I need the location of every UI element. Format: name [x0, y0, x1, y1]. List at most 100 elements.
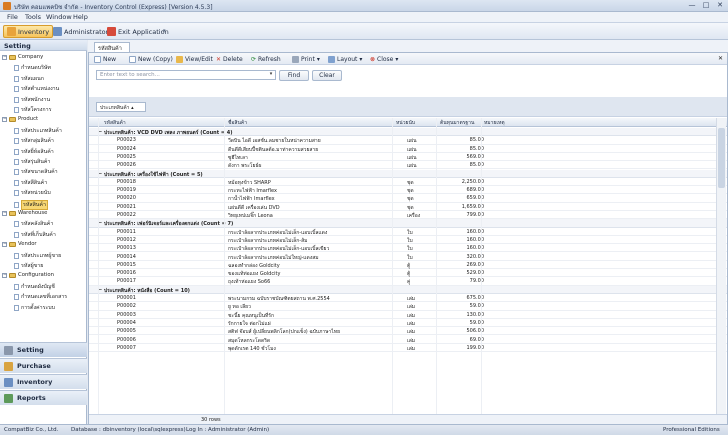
- tree-item[interactable]: รหัสพนักงาน: [14, 96, 50, 104]
- tab-product-code[interactable]: รหัสสินค้า: [94, 42, 130, 52]
- group-row[interactable]: − ประเภทสินค้า: เครื่องใช้ไฟฟ้า (Count = …: [89, 169, 727, 178]
- minimize-button[interactable]: —: [686, 1, 698, 10]
- close-button[interactable]: ⊗ Close ▾: [370, 54, 398, 64]
- table-row[interactable]: P00003 ชะนี้ย คุณหนูเป็นที่รัก เล่ม 130.00: [89, 311, 727, 319]
- menu-window[interactable]: Window: [46, 13, 72, 21]
- tree-item[interactable]: รหัสยี่ห้อสินค้า: [14, 148, 54, 156]
- group-row[interactable]: − ประเภทสินค้า: หนังสือ (Count = 10): [89, 285, 727, 294]
- tree-item[interactable]: รหัสสีสินค้า: [14, 179, 47, 187]
- tree-item[interactable]: รหัสขนาดสินค้า: [14, 168, 58, 176]
- table-row[interactable]: P00024 ดีนดีดีเสียบปี้ชตินลต้อ.มาท่าความส…: [89, 145, 727, 153]
- collapse-icon[interactable]: −: [2, 241, 7, 247]
- column-header-name[interactable]: ชื่อสินค้า: [228, 119, 247, 127]
- tree-item[interactable]: รหัสตำแหน่งงาน: [14, 85, 59, 93]
- exit-label: Exit Application: [118, 27, 169, 36]
- delete-button[interactable]: ✕ Delete: [216, 54, 243, 64]
- scrollbar-thumb[interactable]: [718, 128, 725, 188]
- tree-folder-item[interactable]: − Warehouse: [2, 210, 47, 216]
- view-edit-button[interactable]: View/Edit: [176, 54, 213, 64]
- toolbar-overflow-icon[interactable]: ▾: [163, 28, 166, 34]
- collapse-icon[interactable]: −: [2, 272, 7, 278]
- table-row[interactable]: P00021 แผ่นดีดี เครื่องเล่น DVD ชุด 1,659.0…: [89, 203, 727, 211]
- table-row[interactable]: P00019 กระทะไฟฟ้า Imarflex ชุด 689.00: [89, 186, 727, 195]
- close-dropdown-icon: ▾: [395, 55, 399, 63]
- tree-item[interactable]: รหัสประเภทผู้ขาย: [14, 252, 61, 260]
- tree-item[interactable]: รหัสแผนก: [14, 75, 44, 83]
- table-row[interactable]: P00018 หม้อหุงข้าว SHARP ชุด 2,250.00: [89, 178, 727, 187]
- find-button[interactable]: Find: [279, 70, 309, 81]
- search-dropdown-icon[interactable]: ▾: [267, 71, 275, 79]
- search-input[interactable]: Enter text to search...: [96, 70, 276, 80]
- group-row[interactable]: − ประเภทสินค้า: เฟอร์นิเจอร์และเครื่องตกแ…: [89, 219, 727, 228]
- print-button[interactable]: Print ▾: [292, 54, 320, 64]
- tree-folder-item[interactable]: − Company: [2, 54, 43, 60]
- refresh-button[interactable]: ⟳ Refresh: [251, 54, 281, 64]
- maximize-button[interactable]: □: [700, 1, 712, 10]
- tree-item[interactable]: รหัสคลังสินค้า: [14, 220, 53, 228]
- nav-reports[interactable]: Reports: [0, 390, 87, 405]
- tree-item[interactable]: รหัสโครงการ: [14, 106, 51, 114]
- collapse-icon[interactable]: −: [2, 210, 7, 216]
- new-copy-button[interactable]: New (Copy): [129, 54, 173, 64]
- tree-item[interactable]: กำหนดผังบัญชี: [14, 283, 55, 291]
- table-row[interactable]: P00007 พุดดักเรต 140 ชั่วโมง เล่ม 199.00: [89, 344, 727, 353]
- layout-button[interactable]: Layout ▾: [328, 54, 362, 64]
- menu-file[interactable]: File: [7, 13, 18, 21]
- nav-inventory[interactable]: Inventory: [0, 374, 87, 389]
- table-row[interactable]: P00012 กระเป๋าล้อลากประเภทค่อนไม่เล็ก-ส้ม…: [89, 236, 727, 245]
- column-header-cost[interactable]: ต้นทุนมาตรฐาน: [440, 119, 474, 127]
- tree-item[interactable]: รหัสประเภทสินค้า: [14, 127, 62, 135]
- group-by-chip[interactable]: ประเภทสินค้า ▴: [96, 102, 146, 112]
- tree-item[interactable]: รหัสสินค้า: [14, 199, 48, 210]
- grid-toolbar: New New (Copy) View/Edit ✕ Delete ⟳ Refres…: [89, 53, 727, 65]
- tree-folder-item[interactable]: − Configuration: [2, 272, 54, 278]
- tree-item[interactable]: การตั้งค่าระบบ: [14, 304, 55, 312]
- menu-tools[interactable]: Tools: [25, 13, 41, 21]
- table-row[interactable]: P00025 ซูฮีไทเลา แผ่น 569.00: [89, 153, 727, 162]
- table-row[interactable]: P00006 สมุดโหลกระโดดริด เล่ม 69.00: [89, 336, 727, 344]
- column-header-note[interactable]: หมายเหตุ: [484, 119, 505, 127]
- group-row[interactable]: − ประเภทสินค้า: VCD DVD เพลง ภาพยนตร์ (Co…: [89, 128, 727, 137]
- new-button[interactable]: New: [94, 54, 116, 64]
- tree-item[interactable]: รหัสที่เก็บสินค้า: [14, 231, 56, 239]
- table-row[interactable]: P00022 วิทยุเทปเมจิ๊ก Leona เครื่อง 799.00: [89, 211, 727, 220]
- cell-code: P00004: [117, 319, 136, 326]
- table-row[interactable]: P00005 สติฟ จ๊อบส์ ผู้เปลี่ยนพลิกโลก(ปกแข…: [89, 327, 727, 336]
- tab-close-icon[interactable]: ✕: [718, 55, 723, 62]
- menu-help[interactable]: Help: [73, 13, 88, 21]
- table-row[interactable]: P00011 กระเป๋าล้อลากประเภทค่อนไม่เล็ก-แอบ…: [89, 228, 727, 236]
- table-row[interactable]: P00023 วีดบิน ไอดี เอสชั่น.ลมชายในหน่าควา…: [89, 136, 727, 145]
- nav-setting[interactable]: Setting: [0, 342, 87, 357]
- inventory-button[interactable]: Inventory: [3, 25, 54, 38]
- column-header-code[interactable]: รหัสสินค้า: [104, 119, 126, 127]
- table-row[interactable]: P00020 กาน้ำไฟฟ้า Imarflex ชุด 659.00: [89, 194, 727, 203]
- table-row[interactable]: P00026 ดังกา พระโยธ์ผ แผ่น 85.00: [89, 161, 727, 170]
- clear-button[interactable]: Clear: [312, 70, 342, 81]
- tree-folder-item[interactable]: − Vendor: [2, 241, 37, 247]
- tree-item[interactable]: กำหนดบริษัท: [14, 64, 51, 72]
- tree-item[interactable]: รหัสกลุ่มสินค้า: [14, 137, 54, 145]
- table-row[interactable]: P00015 ฉลองทำกล่อง Goldcity ตู้ 269.00: [89, 261, 727, 270]
- collapse-icon[interactable]: −: [2, 54, 7, 60]
- nav-purchase[interactable]: Purchase: [0, 358, 87, 373]
- tree-item[interactable]: รหัสหน่วยนับ: [14, 189, 51, 197]
- table-row[interactable]: P00014 กระเป๋าล้อลากประเภทค่อนไม่ใหญ่-แดง…: [89, 253, 727, 261]
- table-row[interactable]: P00001 พระนามกรม ฉบับราชบัณฑิตยสถาน พ.ศ.2…: [89, 294, 727, 303]
- column-header-unit[interactable]: หน่วยนับ: [396, 119, 415, 127]
- table-row[interactable]: P00013 กระเป๋าล้อลากประเภทค่อนไม่เล็ก-แอบ…: [89, 244, 727, 253]
- tree-item[interactable]: กำหนดเลขที่เอกสาร: [14, 293, 67, 301]
- table-row[interactable]: P00004 รักกายใจ ต่อกไม่แผ่ เล่ม 59.00: [89, 319, 727, 328]
- exit-application-button[interactable]: Exit Application: [104, 25, 172, 38]
- cell-code: P00023: [117, 137, 136, 144]
- administrator-button[interactable]: Administrator: [50, 25, 111, 38]
- table-row[interactable]: P00016 ของแท้ท่อแยง Goldcity ตู้ 529.00: [89, 269, 727, 278]
- document-content: New New (Copy) View/Edit ✕ Delete ⟳ Refres…: [88, 52, 728, 424]
- collapse-icon[interactable]: −: [2, 116, 7, 122]
- tree-item[interactable]: รหัสผู้ขาย: [14, 262, 43, 270]
- tree-item[interactable]: รหัสรุ่นสินค้า: [14, 158, 50, 166]
- tree-folder-item[interactable]: − Product: [2, 116, 38, 122]
- close-window-button[interactable]: ✕: [714, 1, 726, 10]
- table-row[interactable]: P00017 ถุงเท้าห่อแยง So66 คู่ 79.00: [89, 277, 727, 286]
- vertical-scrollbar[interactable]: [716, 118, 726, 414]
- table-row[interactable]: P00002 ยู ทอ เลียว เล่ม 59.00: [89, 302, 727, 311]
